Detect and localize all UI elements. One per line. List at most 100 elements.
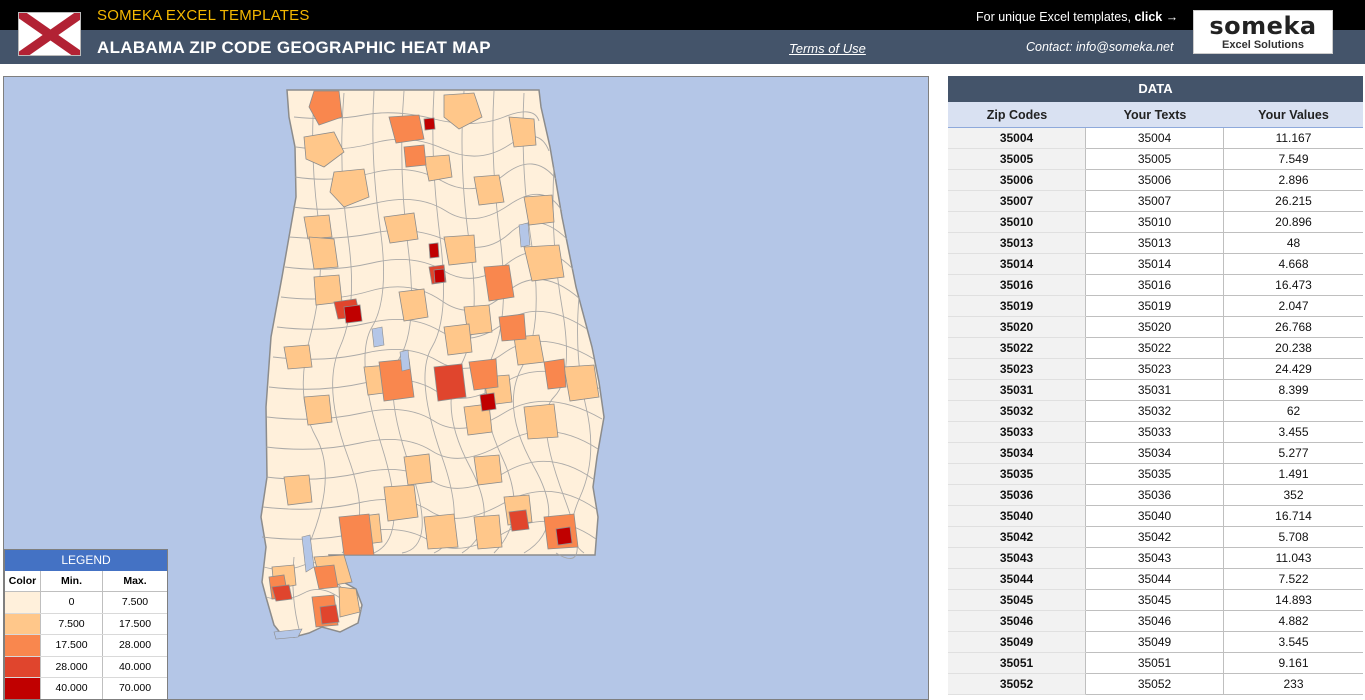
value-cell[interactable]: 24.429 xyxy=(1224,359,1363,380)
text-cell[interactable]: 35036 xyxy=(1086,485,1224,506)
value-cell[interactable]: 48 xyxy=(1224,233,1363,254)
value-cell[interactable]: 352 xyxy=(1224,485,1363,506)
value-cell[interactable]: 5.708 xyxy=(1224,527,1363,548)
value-cell[interactable]: 20.238 xyxy=(1224,338,1363,359)
legend-max-value: 70.000 xyxy=(118,682,152,694)
text-cell[interactable]: 35044 xyxy=(1086,569,1224,590)
text-cell[interactable]: 35043 xyxy=(1086,548,1224,569)
zip-code-cell[interactable]: 35023 xyxy=(948,359,1086,380)
text-cell[interactable]: 35035 xyxy=(1086,464,1224,485)
text-cell[interactable]: 35033 xyxy=(1086,422,1224,443)
value-cell[interactable]: 11.167 xyxy=(1224,128,1363,149)
value-cell[interactable]: 3.455 xyxy=(1224,422,1363,443)
promo-text[interactable]: For unique Excel templates, click → xyxy=(976,10,1178,24)
zip-code-cell[interactable]: 35040 xyxy=(948,506,1086,527)
legend-row: 28.000 40.000 xyxy=(5,656,167,678)
text-cell[interactable]: 35022 xyxy=(1086,338,1224,359)
zip-code-cell[interactable]: 35043 xyxy=(948,548,1086,569)
value-cell[interactable]: 5.277 xyxy=(1224,443,1363,464)
text-cell[interactable]: 35040 xyxy=(1086,506,1224,527)
text-cell[interactable]: 35046 xyxy=(1086,611,1224,632)
zip-code-cell[interactable]: 35045 xyxy=(948,590,1086,611)
someka-logo[interactable]: someka Excel Solutions xyxy=(1193,10,1333,54)
value-cell[interactable]: 1.491 xyxy=(1224,464,1363,485)
contact-email[interactable]: Contact: info@someka.net xyxy=(1026,40,1174,54)
legend-min-value: 0 xyxy=(41,592,103,613)
zip-code-cell[interactable]: 35036 xyxy=(948,485,1086,506)
text-cell[interactable]: 35023 xyxy=(1086,359,1224,380)
value-cell[interactable]: 233 xyxy=(1224,674,1363,695)
zip-code-cell[interactable]: 35022 xyxy=(948,338,1086,359)
text-cell[interactable]: 35031 xyxy=(1086,380,1224,401)
zip-code-cell[interactable]: 35042 xyxy=(948,527,1086,548)
col-your-values: Your Values xyxy=(1258,108,1329,122)
value-cell[interactable]: 11.043 xyxy=(1224,548,1363,569)
value-cell[interactable]: 26.768 xyxy=(1224,317,1363,338)
value-cell[interactable]: 62 xyxy=(1224,401,1363,422)
zip-code-cell[interactable]: 35007 xyxy=(948,191,1086,212)
text-cell[interactable]: 35020 xyxy=(1086,317,1224,338)
text-cell[interactable]: 35010 xyxy=(1086,212,1224,233)
value-cell[interactable]: 4.882 xyxy=(1224,611,1363,632)
zip-code-cell[interactable]: 35035 xyxy=(948,464,1086,485)
value-cell[interactable]: 26.215 xyxy=(1224,191,1363,212)
zip-code-cell[interactable]: 35014 xyxy=(948,254,1086,275)
text-cell[interactable]: 35051 xyxy=(1086,653,1224,674)
value-cell[interactable]: 20.896 xyxy=(1224,212,1363,233)
legend-col-color: Color xyxy=(5,571,41,591)
legend-color-swatch xyxy=(5,656,41,677)
value-cell[interactable]: 16.473 xyxy=(1224,275,1363,296)
zip-code-cell[interactable]: 35032 xyxy=(948,401,1086,422)
zip-code-cell[interactable]: 35005 xyxy=(948,149,1086,170)
terms-of-use-link[interactable]: Terms of Use xyxy=(789,41,866,56)
text-cell[interactable]: 35049 xyxy=(1086,632,1224,653)
text-cell[interactable]: 35042 xyxy=(1086,527,1224,548)
text-cell[interactable]: 35014 xyxy=(1086,254,1224,275)
zip-code-cell[interactable]: 35016 xyxy=(948,275,1086,296)
zip-code-cell[interactable]: 35020 xyxy=(948,317,1086,338)
value-cell[interactable]: 2.896 xyxy=(1224,170,1363,191)
table-row: 35016 35016 16.473 xyxy=(948,275,1363,296)
table-row: 35004 35004 11.167 xyxy=(948,128,1363,149)
text-cell[interactable]: 35034 xyxy=(1086,443,1224,464)
text-cell[interactable]: 35004 xyxy=(1086,128,1224,149)
text-cell[interactable]: 35019 xyxy=(1086,296,1224,317)
zip-code-cell[interactable]: 35006 xyxy=(948,170,1086,191)
zip-code-cell[interactable]: 35031 xyxy=(948,380,1086,401)
value-cell[interactable]: 2.047 xyxy=(1224,296,1363,317)
zip-code-cell[interactable]: 35051 xyxy=(948,653,1086,674)
zip-code-cell[interactable]: 35033 xyxy=(948,422,1086,443)
text-cell[interactable]: 35007 xyxy=(1086,191,1224,212)
text-cell[interactable]: 35032 xyxy=(1086,401,1224,422)
zip-code-cell[interactable]: 35034 xyxy=(948,443,1086,464)
text-cell[interactable]: 35016 xyxy=(1086,275,1224,296)
col-your-texts: Your Texts xyxy=(1123,108,1187,122)
value-cell[interactable]: 4.668 xyxy=(1224,254,1363,275)
value-cell[interactable]: 9.161 xyxy=(1224,653,1363,674)
text-cell[interactable]: 35013 xyxy=(1086,233,1224,254)
value-cell[interactable]: 8.399 xyxy=(1224,380,1363,401)
zip-code-cell[interactable]: 35019 xyxy=(948,296,1086,317)
zip-code-cell[interactable]: 35049 xyxy=(948,632,1086,653)
legend-row: 40.000 70.000 xyxy=(5,678,167,699)
value-cell[interactable]: 16.714 xyxy=(1224,506,1363,527)
table-row: 35035 35035 1.491 xyxy=(948,464,1363,485)
zip-code-cell[interactable]: 35052 xyxy=(948,674,1086,695)
promo-click-link[interactable]: click → xyxy=(1134,10,1178,24)
zip-code-cell[interactable]: 35004 xyxy=(948,128,1086,149)
zip-code-cell[interactable]: 35010 xyxy=(948,212,1086,233)
value-cell[interactable]: 14.893 xyxy=(1224,590,1363,611)
value-cell[interactable]: 7.549 xyxy=(1224,149,1363,170)
legend-col-min: Min. xyxy=(41,571,103,591)
map-panel: LEGEND Color Min. Max. 0 7.500 7.500 17.500… xyxy=(3,76,929,700)
value-cell[interactable]: 3.545 xyxy=(1224,632,1363,653)
data-title: DATA xyxy=(948,76,1363,102)
zip-code-cell[interactable]: 35046 xyxy=(948,611,1086,632)
text-cell[interactable]: 35045 xyxy=(1086,590,1224,611)
zip-code-cell[interactable]: 35044 xyxy=(948,569,1086,590)
text-cell[interactable]: 35006 xyxy=(1086,170,1224,191)
zip-code-cell[interactable]: 35013 xyxy=(948,233,1086,254)
text-cell[interactable]: 35005 xyxy=(1086,149,1224,170)
text-cell[interactable]: 35052 xyxy=(1086,674,1224,695)
value-cell[interactable]: 7.522 xyxy=(1224,569,1363,590)
